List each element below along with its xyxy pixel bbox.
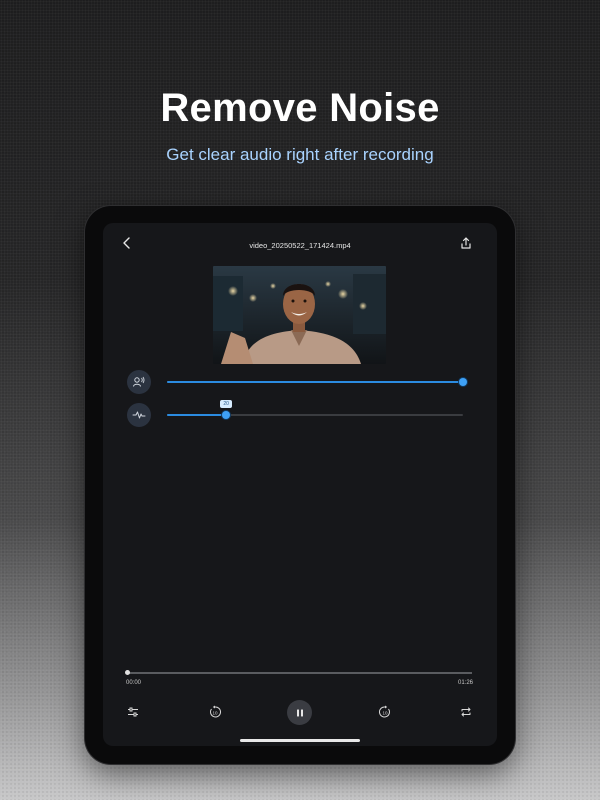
pause-button[interactable] [287, 700, 312, 725]
top-bar: video_20250522_171424.mp4 [103, 223, 497, 263]
video-frame-image [213, 266, 386, 364]
voice-enhance-slider [127, 370, 477, 394]
noise-slider-track[interactable]: 20 [167, 400, 463, 419]
headline: Remove Noise [160, 86, 440, 130]
playback-progress-handle[interactable] [125, 670, 130, 675]
noise-reduction-slider: 20 [127, 400, 477, 427]
svg-text:10: 10 [382, 710, 388, 715]
rewind-10-icon: 10 [210, 705, 221, 718]
pause-icon [296, 709, 303, 716]
noise-slider-fill [167, 414, 227, 416]
rewind-button[interactable]: 10 [207, 704, 223, 720]
svg-text:10: 10 [212, 710, 218, 715]
video-preview[interactable] [213, 266, 386, 364]
noise-value-label: 20 [220, 400, 233, 408]
voice-slider-track[interactable] [167, 378, 467, 386]
adjust-button[interactable] [125, 704, 141, 720]
subheadline: Get clear audio right after recording [166, 145, 434, 164]
repeat-icon [461, 707, 471, 717]
tablet-frame: video_20250522_171424.mp4 20 00:00 01:26… [85, 206, 515, 764]
repeat-button[interactable] [458, 704, 474, 720]
chevron-left-icon [123, 237, 130, 249]
playback-controls: 10 10 [103, 698, 497, 728]
current-time: 00:00 [126, 680, 142, 686]
voice-enhance-icon[interactable] [127, 370, 151, 394]
voice-slider-handle[interactable] [459, 378, 467, 386]
back-button[interactable] [119, 235, 135, 251]
noise-slider-handle[interactable] [222, 411, 231, 419]
playback-progress-bar[interactable] [125, 670, 472, 675]
share-icon [461, 237, 471, 249]
voice-slider-fill [167, 381, 463, 383]
sliders-icon [128, 707, 138, 717]
home-indicator [240, 739, 360, 742]
waveform-icon[interactable] [127, 403, 151, 427]
file-name: video_20250522_171424.mp4 [249, 241, 351, 250]
forward-10-icon: 10 [379, 705, 390, 718]
player-screen: video_20250522_171424.mp4 20 00:00 01:26… [103, 223, 497, 746]
forward-button[interactable]: 10 [377, 704, 393, 720]
share-button[interactable] [459, 236, 473, 250]
total-time: 01:26 [457, 680, 473, 686]
